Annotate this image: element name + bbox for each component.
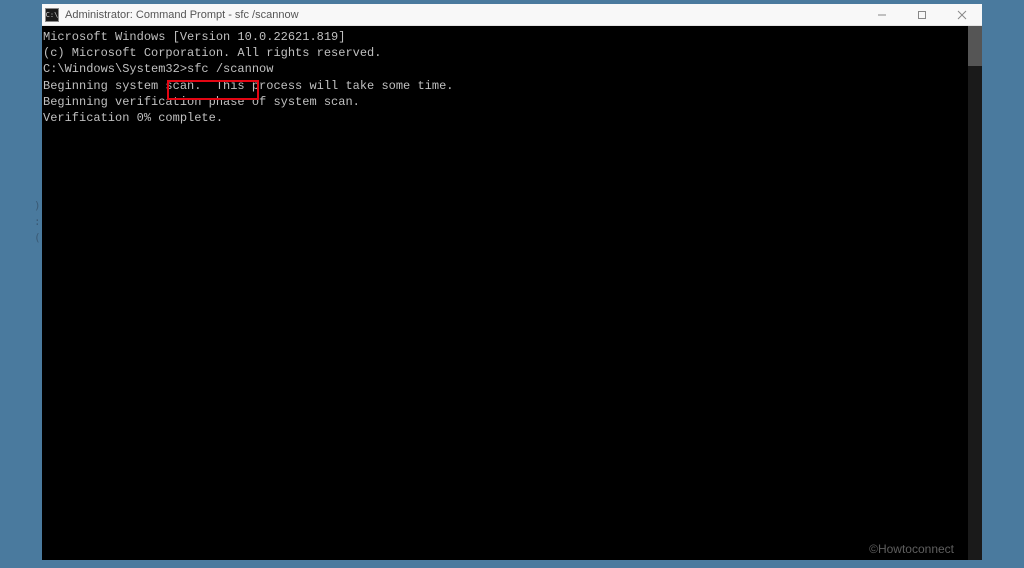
terminal-line: (c) Microsoft Corporation. All rights re…: [42, 45, 982, 61]
page-artifact: (: [34, 230, 41, 245]
page-artifact: ): [34, 198, 41, 213]
terminal-line: Beginning verification phase of system s…: [42, 94, 982, 110]
page-artifact: :: [34, 214, 41, 229]
terminal-line: Microsoft Windows [Version 10.0.22621.81…: [42, 29, 982, 45]
scrollbar-thumb[interactable]: [968, 26, 982, 66]
titlebar[interactable]: C:\ Administrator: Command Prompt - sfc …: [42, 4, 982, 26]
terminal-area[interactable]: Microsoft Windows [Version 10.0.22621.81…: [42, 26, 982, 560]
maximize-button[interactable]: [902, 4, 942, 25]
minimize-button[interactable]: [862, 4, 902, 25]
cmd-icon: C:\: [45, 8, 59, 22]
terminal-prompt-line: C:\Windows\System32>sfc /scannow: [42, 61, 982, 77]
watermark-text: ©Howtoconnect: [869, 541, 954, 557]
window-controls: [862, 4, 982, 25]
close-button[interactable]: [942, 4, 982, 25]
terminal-line: Verification 0% complete.: [42, 110, 982, 126]
command-prompt-window: C:\ Administrator: Command Prompt - sfc …: [42, 4, 982, 560]
terminal-line: Beginning system scan. This process will…: [42, 78, 982, 94]
window-title: Administrator: Command Prompt - sfc /sca…: [65, 9, 862, 21]
vertical-scrollbar[interactable]: [968, 26, 982, 560]
